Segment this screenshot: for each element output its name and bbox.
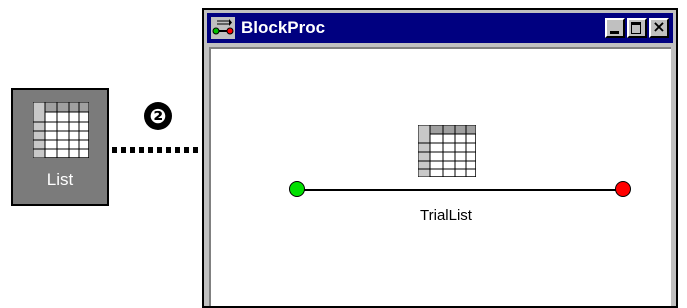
close-button[interactable]: × [649, 17, 669, 38]
timeline-end-node[interactable] [615, 181, 631, 197]
trial-list-icon[interactable] [418, 125, 476, 177]
toolbox-item-label: List [46, 170, 74, 189]
procedure-canvas[interactable]: TrialList [209, 47, 671, 306]
step-marker: ❷ [144, 102, 172, 130]
minimize-button[interactable] [605, 18, 625, 38]
grid-list-icon [33, 102, 89, 158]
toolbox-list-item[interactable]: List [11, 88, 109, 206]
close-icon: × [652, 17, 666, 36]
title-bar[interactable]: BlockProc × [207, 13, 673, 43]
trial-list-label: TrialList [420, 207, 472, 224]
maximize-button[interactable] [627, 18, 647, 38]
block-proc-icon [211, 17, 235, 39]
timeline-start-node[interactable] [289, 181, 305, 197]
window-title: BlockProc [241, 18, 326, 37]
blockproc-window: BlockProc × TrialList [202, 8, 678, 308]
timeline-line [298, 189, 624, 191]
